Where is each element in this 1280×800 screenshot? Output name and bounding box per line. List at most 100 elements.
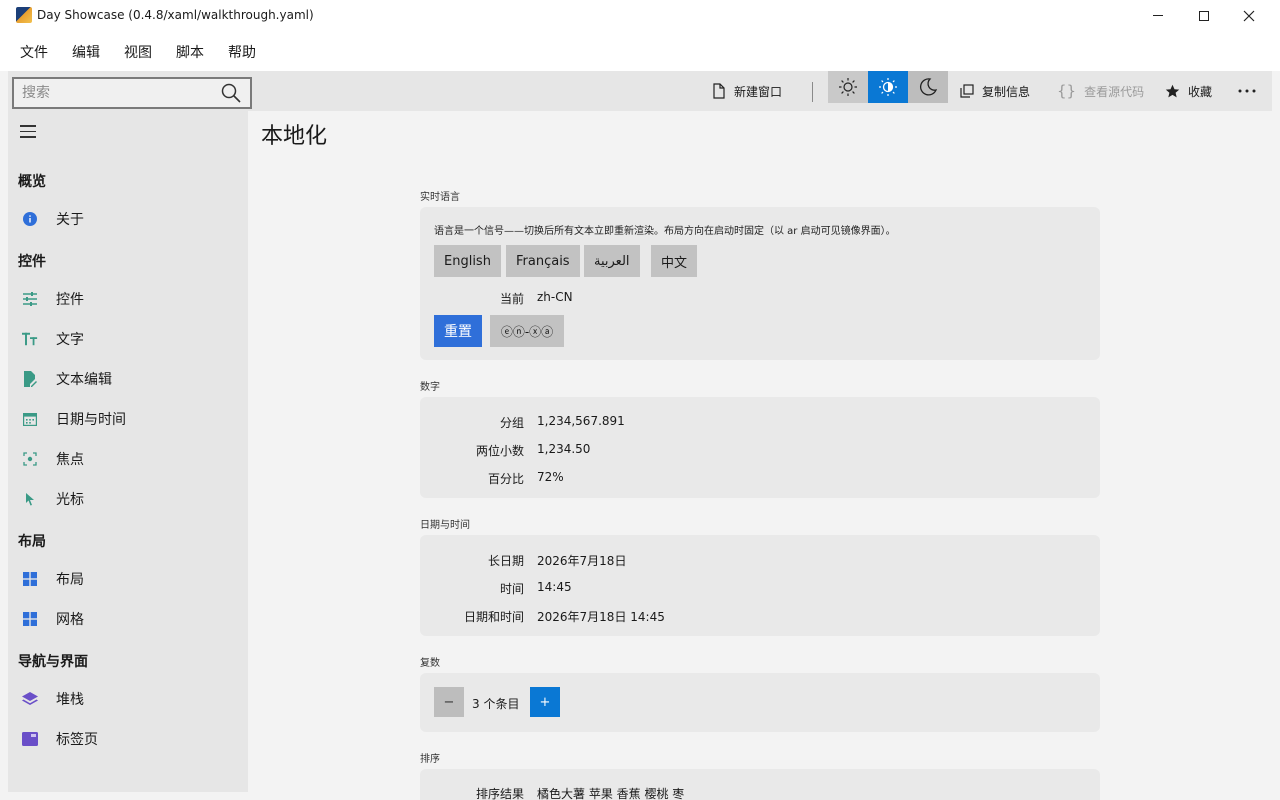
toolbar: 新建窗口 复制信息 {} 查看源代码 收藏	[8, 71, 1272, 111]
plural-card: − 3 个条目 +	[420, 673, 1100, 732]
numbers-label: 数字	[420, 382, 440, 393]
auto-theme-button[interactable]	[868, 71, 908, 103]
sliders-icon	[22, 291, 38, 307]
tabs-icon	[22, 731, 38, 747]
search-icon[interactable]	[220, 82, 242, 104]
favorite-button[interactable]: 收藏	[1165, 71, 1212, 111]
search-input[interactable]	[22, 83, 212, 103]
number-decimals-key: 两位小数	[475, 444, 524, 458]
sidebar-item-text[interactable]: 文字	[8, 321, 248, 357]
lang-arabic-button[interactable]: العربية	[584, 245, 640, 277]
sidebar-item-controls[interactable]: 控件	[8, 281, 248, 317]
close-button[interactable]	[1226, 0, 1272, 31]
time-key: 时间	[499, 582, 524, 596]
moon-icon	[919, 78, 938, 96]
edit-document-icon	[22, 371, 38, 387]
sidebar-item-label: 日期与时间	[56, 412, 126, 428]
number-grouping-key: 分组	[499, 416, 524, 430]
maximize-button[interactable]	[1181, 0, 1227, 31]
current-locale-value: zh-CN	[537, 290, 573, 304]
lang-chinese-button[interactable]: 中文	[651, 245, 698, 277]
sidebar-item-label: 堆栈	[56, 692, 84, 708]
app-logo-icon	[16, 7, 32, 23]
document-icon	[713, 83, 725, 99]
copy-info-button[interactable]: 复制信息	[960, 71, 1030, 111]
number-decimals-value: 1,234.50	[537, 442, 591, 456]
sidebar: 概览 关于 控件 控件 文字 文本编辑 日期与时间 焦点 光标 布局 布局 网格…	[8, 111, 248, 792]
sort-result-value: 橘色大薯 苹果 香蕉 樱桃 枣	[537, 787, 685, 800]
contrast-sun-icon	[879, 78, 897, 96]
datetime-card: 长日期 2026年7月18日 时间 14:45 日期和时间 2026年7月18日…	[420, 535, 1100, 636]
datetime-key: 日期和时间	[463, 610, 524, 624]
info-icon	[22, 211, 38, 227]
close-icon	[1243, 10, 1255, 21]
sidebar-item-label: 光标	[56, 492, 84, 508]
sun-icon	[839, 78, 857, 96]
sidebar-item-tabs[interactable]: 标签页	[8, 721, 248, 757]
copy-icon	[960, 84, 974, 98]
page-title: 本地化	[261, 124, 328, 149]
title-bar: Day Showcase (0.4.8/xaml/walkthrough.yam…	[0, 0, 1280, 31]
sidebar-item-grid[interactable]: 网格	[8, 601, 248, 637]
menu-help[interactable]: 帮助	[228, 42, 256, 62]
number-percent-key: 百分比	[487, 472, 524, 486]
text-size-icon	[22, 331, 38, 347]
reset-button[interactable]: 重置	[434, 315, 482, 347]
sidebar-item-about[interactable]: 关于	[8, 201, 248, 237]
numbers-card: 分组 1,234,567.891 两位小数 1,234.50 百分比 72%	[420, 397, 1100, 498]
braces-icon: {}	[1057, 82, 1077, 100]
sort-result-key: 排序结果	[475, 787, 524, 800]
more-options-button[interactable]	[1238, 71, 1264, 111]
minimize-button[interactable]	[1135, 0, 1181, 31]
menu-file[interactable]: 文件	[20, 42, 48, 62]
live-language-label: 实时语言	[420, 192, 460, 203]
long-date-key: 长日期	[487, 554, 524, 568]
stack-icon	[22, 691, 38, 707]
increment-button[interactable]: +	[530, 687, 560, 717]
time-value: 14:45	[537, 580, 572, 594]
layout-grid-icon	[22, 571, 38, 587]
sidebar-item-label: 网格	[56, 612, 84, 628]
menu-edit[interactable]: 编辑	[72, 42, 100, 62]
sidebar-item-cursor[interactable]: 光标	[8, 481, 248, 517]
current-locale-key: 当前	[499, 292, 524, 306]
item-count-text: 3 个条目	[472, 697, 520, 711]
sidebar-item-date-time[interactable]: 日期与时间	[8, 401, 248, 437]
view-source-button[interactable]: {} 查看源代码	[1057, 71, 1144, 111]
number-percent-value: 72%	[537, 470, 564, 484]
hamburger-menu-icon[interactable]	[20, 125, 36, 138]
sidebar-item-stack[interactable]: 堆栈	[8, 681, 248, 717]
lang-english-button[interactable]: English	[434, 245, 501, 277]
minimize-icon	[1153, 15, 1163, 16]
pseudo-locale-button[interactable]: ⓔⓝ-ⓧⓐ	[490, 315, 564, 347]
dark-theme-button[interactable]	[908, 71, 948, 103]
cursor-icon	[22, 491, 38, 507]
calendar-icon	[22, 411, 38, 427]
focus-icon	[22, 451, 38, 467]
sidebar-item-label: 焦点	[56, 452, 84, 468]
new-window-button[interactable]: 新建窗口	[712, 71, 782, 111]
sidebar-item-label: 布局	[56, 572, 84, 588]
menu-view[interactable]: 视图	[124, 42, 152, 62]
sidebar-section-navigation: 导航与界面	[18, 654, 88, 670]
live-language-note: 语言是一个信号——切换后所有文本立即重新渲染。布局方向在启动时固定（以 ar 启…	[434, 226, 896, 237]
favorite-label: 收藏	[1188, 84, 1213, 99]
search-box	[12, 77, 252, 109]
live-language-card: 语言是一个信号——切换后所有文本立即重新渲染。布局方向在启动时固定（以 ar 启…	[420, 207, 1100, 360]
sidebar-section-overview: 概览	[18, 174, 46, 190]
sidebar-item-label: 标签页	[56, 732, 98, 748]
lang-french-button[interactable]: Français	[506, 245, 580, 277]
sidebar-section-controls: 控件	[18, 254, 46, 270]
more-horizontal-icon	[1238, 89, 1256, 93]
grid-icon	[22, 611, 38, 627]
sort-card: 排序结果 橘色大薯 苹果 香蕉 樱桃 枣	[420, 769, 1100, 800]
decrement-button[interactable]: −	[434, 687, 464, 717]
light-theme-button[interactable]	[828, 71, 868, 103]
sidebar-item-layout[interactable]: 布局	[8, 561, 248, 597]
sidebar-item-focus[interactable]: 焦点	[8, 441, 248, 477]
maximize-icon	[1199, 10, 1209, 21]
sidebar-item-label: 文字	[56, 332, 84, 348]
menu-script[interactable]: 脚本	[176, 42, 204, 62]
sidebar-item-text-editing[interactable]: 文本编辑	[8, 361, 248, 397]
sidebar-item-label: 控件	[56, 292, 84, 308]
